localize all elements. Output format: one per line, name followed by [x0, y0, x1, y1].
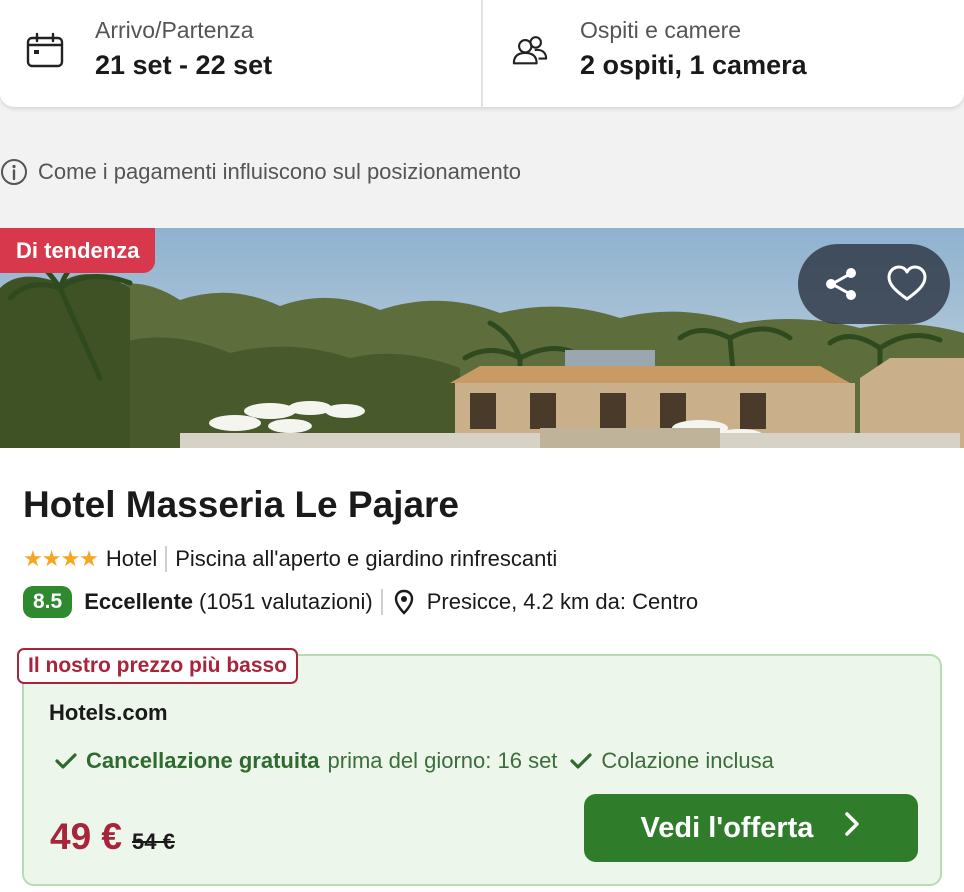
divider — [165, 546, 168, 572]
payment-ranking-info[interactable]: Come i pagamenti influiscono sul posizio… — [0, 158, 521, 186]
offer-perks: Cancellazione gratuita prima del giorno:… — [54, 748, 786, 774]
hotel-feature: Piscina all'aperto e giardino rinfrescan… — [175, 546, 558, 571]
offer-provider: Hotels.com — [49, 700, 168, 725]
original-price: 54 € — [132, 829, 175, 854]
trending-badge: Di tendenza — [0, 228, 156, 273]
calendar-icon — [26, 32, 64, 68]
star-rating: ★★★★ — [23, 546, 99, 571]
check-icon — [570, 753, 593, 769]
hotel-meta-row: ★★★★ Hotel Piscina all'aperto e giardino… — [23, 546, 557, 572]
dates-selector[interactable]: Arrivo/Partenza 21 set - 22 set — [0, 0, 483, 107]
review-count[interactable]: (1051 valutazioni) — [199, 589, 373, 615]
hotel-card[interactable]: Di tendenza Hotel Masseria Le Pajare ★★★… — [0, 228, 964, 892]
hotel-type: Hotel — [105, 546, 158, 571]
share-icon — [826, 268, 856, 300]
free-cancellation: Cancellazione gratuita — [86, 748, 320, 773]
search-summary-bar: Arrivo/Partenza 21 set - 22 set Ospiti e… — [0, 0, 964, 107]
favorite-button[interactable] — [879, 256, 935, 312]
info-icon — [1, 159, 27, 185]
info-text: Come i pagamenti influiscono sul posizio… — [38, 159, 522, 184]
share-button[interactable] — [813, 256, 869, 312]
heart-icon — [887, 265, 927, 301]
guests-value: 2 ospiti, 1 camera — [580, 50, 807, 80]
review-score-badge: 8.5 — [23, 586, 73, 618]
hotel-rating-row: 8.5 Eccellente (1051 valutazioni) Presic… — [23, 586, 698, 618]
offer-box[interactable]: Il nostro prezzo più basso Hotels.com Ca… — [17, 648, 942, 886]
guests-selector[interactable]: Ospiti e camere 2 ospiti, 1 camera — [483, 0, 964, 107]
guests-label: Ospiti e camere — [580, 17, 742, 43]
map-pin-icon — [394, 589, 413, 615]
dates-value: 21 set - 22 set — [95, 50, 273, 80]
divider — [380, 589, 383, 615]
guests-icon — [512, 36, 548, 65]
dates-label: Arrivo/Partenza — [95, 17, 254, 43]
hotel-location[interactable]: Presicce, 4.2 km da: Centro — [427, 589, 698, 615]
current-price: 49 € — [50, 816, 123, 857]
view-offer-button[interactable]: Vedi l'offerta — [584, 794, 918, 862]
hotel-photo[interactable]: Di tendenza — [0, 228, 964, 448]
chevron-right-icon — [843, 811, 861, 845]
breakfast-included: Colazione inclusa — [601, 748, 774, 773]
photo-actions — [798, 244, 950, 324]
check-icon — [55, 753, 77, 769]
view-offer-label: Vedi l'offerta — [640, 811, 814, 844]
rating-word: Eccellente — [84, 589, 194, 614]
lowest-price-badge: Il nostro prezzo più basso — [17, 648, 299, 684]
hotel-name[interactable]: Hotel Masseria Le Pajare — [23, 484, 459, 526]
price-block: 49 € 54 € — [50, 816, 175, 858]
cancellation-deadline: prima del giorno: 16 set — [327, 748, 558, 773]
